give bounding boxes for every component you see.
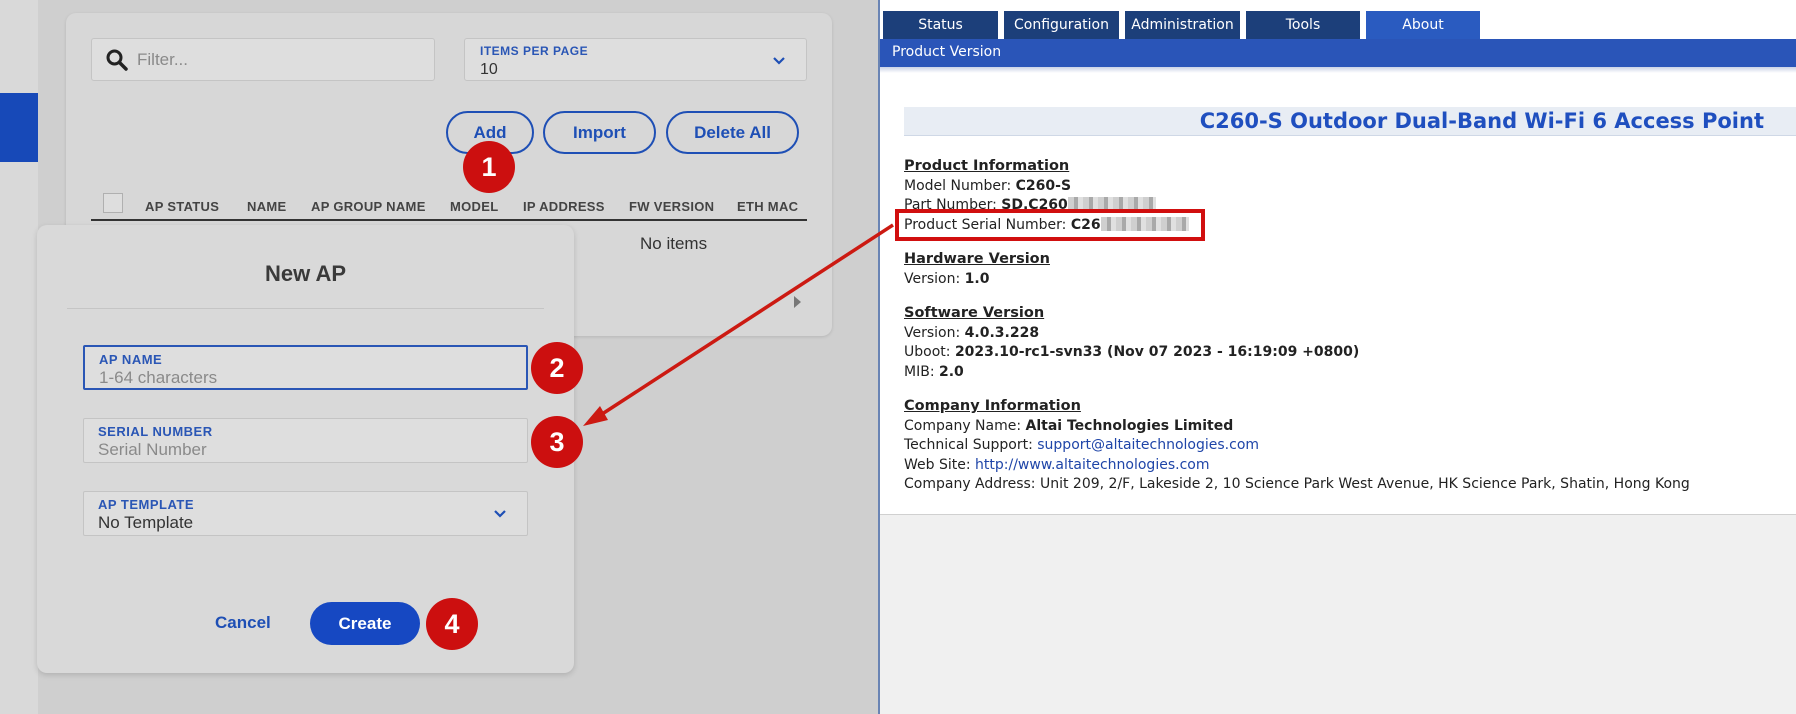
dialog-title: New AP <box>264 261 347 286</box>
sidebar-active-indicator[interactable] <box>0 93 38 162</box>
hardware-version-label: Version: <box>904 270 961 287</box>
software-version-heading: Software Version <box>904 305 1045 321</box>
ap-management-pane: Filter... ITEMS PER PAGE 10 Add Import D… <box>0 0 878 714</box>
cancel-button[interactable]: Cancel <box>215 613 271 633</box>
hardware-version-value: 1.0 <box>964 270 990 287</box>
filter-input[interactable]: Filter... <box>91 38 435 81</box>
scroll-right-icon[interactable] <box>794 296 801 308</box>
product-title-bar: C260-S Outdoor Dual-Band Wi-Fi 6 Access … <box>904 107 1796 136</box>
device-web-ui-pane: Status Configuration Administration Tool… <box>880 0 1796 714</box>
serial-number-highlight-box <box>895 209 1205 241</box>
software-version-value: 4.0.3.228 <box>964 324 1040 341</box>
support-email-link[interactable]: support@altaitechnologies.com <box>1037 437 1259 453</box>
web-site-label: Web Site: <box>904 456 971 473</box>
product-information-heading: Product Information <box>904 158 1070 174</box>
import-button[interactable]: Import <box>543 111 656 154</box>
company-information-heading: Company Information <box>904 398 1081 414</box>
uboot-value: 2023.10-rc1-svn33 (Nov 07 2023 - 16:19:0… <box>954 344 1360 360</box>
tab-configuration[interactable]: Configuration <box>1004 11 1119 39</box>
column-header-ap-status[interactable]: AP STATUS <box>145 199 219 214</box>
step-badge-4: 4 <box>426 598 478 650</box>
mib-row: MIB: 2.0 <box>904 363 1359 383</box>
technical-support-label: Technical Support: <box>904 437 1033 453</box>
step-badge-1: 1 <box>463 141 515 193</box>
hardware-version-heading: Hardware Version <box>904 251 1050 267</box>
web-site-link[interactable]: http://www.altaitechnologies.com <box>975 457 1209 473</box>
chevron-down-icon <box>494 510 506 518</box>
tab-status[interactable]: Status <box>883 11 998 39</box>
step-badge-3: 3 <box>531 416 583 468</box>
web-site-row: Web Site: http://www.altaitechnologies.c… <box>904 456 1690 476</box>
serial-number-placeholder: Serial Number <box>98 440 207 459</box>
column-header-fw-version[interactable]: FW VERSION <box>629 199 714 214</box>
column-header-ip-address[interactable]: IP ADDRESS <box>523 199 605 214</box>
create-button[interactable]: Create <box>310 602 420 645</box>
serial-number-field[interactable]: SERIAL NUMBER Serial Number <box>83 418 528 463</box>
product-title: C260-S Outdoor Dual-Band Wi-Fi 6 Access … <box>1199 109 1764 133</box>
company-name-label: Company Name: <box>904 417 1022 434</box>
company-name-value: Altai Technologies Limited <box>1025 417 1234 434</box>
model-number-label: Model Number: <box>904 177 1012 194</box>
ap-table-header: AP STATUS NAME AP GROUP NAME MODEL IP AD… <box>91 181 807 221</box>
tab-administration[interactable]: Administration <box>1125 11 1240 39</box>
software-version-row: Version: 4.0.3.228 <box>904 324 1359 344</box>
uboot-label: Uboot: <box>904 344 951 360</box>
ap-name-field[interactable]: AP NAME 1-64 characters <box>83 345 528 390</box>
tab-about[interactable]: About <box>1366 11 1480 39</box>
dialog-divider <box>67 308 544 309</box>
chevron-down-icon <box>773 57 785 65</box>
model-number-row: Model Number: C260-S <box>904 177 1189 197</box>
top-nav-tabs: Status Configuration Administration Tool… <box>880 0 1796 40</box>
filter-placeholder: Filter... <box>137 50 189 69</box>
mib-value: 2.0 <box>938 363 964 380</box>
empty-table-message: No items <box>640 234 708 253</box>
column-header-ap-group-name[interactable]: AP GROUP NAME <box>311 199 426 214</box>
model-number-value: C260-S <box>1015 177 1072 194</box>
column-header-eth-mac[interactable]: ETH MAC <box>737 199 798 214</box>
company-address-label: Company Address: <box>904 476 1036 492</box>
column-header-name[interactable]: NAME <box>247 199 286 214</box>
empty-content-area <box>880 514 1796 714</box>
delete-all-button[interactable]: Delete All <box>666 111 799 154</box>
company-address-value: Unit 209, 2/F, Lakeside 2, 10 Science Pa… <box>1039 476 1690 492</box>
company-information-section: Company Information Company Name: Altai … <box>904 397 1690 495</box>
select-all-checkbox[interactable] <box>103 193 123 213</box>
column-header-model[interactable]: MODEL <box>450 199 498 214</box>
items-per-page-select[interactable]: ITEMS PER PAGE 10 <box>464 38 807 81</box>
software-version-section: Software Version Version: 4.0.3.228 Uboo… <box>904 304 1359 382</box>
software-version-label: Version: <box>904 324 961 341</box>
ap-template-label: AP TEMPLATE <box>98 497 195 512</box>
new-ap-dialog: New AP AP NAME 1-64 characters SERIAL NU… <box>37 225 574 673</box>
sidebar-strip <box>0 0 38 714</box>
serial-number-label: SERIAL NUMBER <box>98 424 213 439</box>
ap-name-placeholder: 1-64 characters <box>99 368 218 387</box>
items-per-page-label: ITEMS PER PAGE <box>480 44 589 58</box>
tab-tools[interactable]: Tools <box>1246 11 1360 39</box>
hardware-version-section: Hardware Version Version: 1.0 <box>904 250 1050 289</box>
ap-template-select[interactable]: AP TEMPLATE No Template <box>83 491 528 536</box>
technical-support-row: Technical Support: support@altaitechnolo… <box>904 436 1690 456</box>
hardware-version-row: Version: 1.0 <box>904 270 1050 290</box>
mib-label: MIB: <box>904 363 935 380</box>
company-name-row: Company Name: Altai Technologies Limited <box>904 417 1690 437</box>
ap-template-value: No Template <box>98 513 194 532</box>
uboot-row: Uboot: 2023.10-rc1-svn33 (Nov 07 2023 - … <box>904 343 1359 363</box>
sub-nav-product-version[interactable]: Product Version <box>880 39 1796 67</box>
sub-nav-shadow <box>880 67 1796 73</box>
search-icon <box>106 49 128 71</box>
company-address-row: Company Address: Unit 209, 2/F, Lakeside… <box>904 475 1690 495</box>
step-badge-2: 2 <box>531 342 583 394</box>
items-per-page-value: 10 <box>480 61 498 78</box>
ap-name-label: AP NAME <box>99 352 163 367</box>
